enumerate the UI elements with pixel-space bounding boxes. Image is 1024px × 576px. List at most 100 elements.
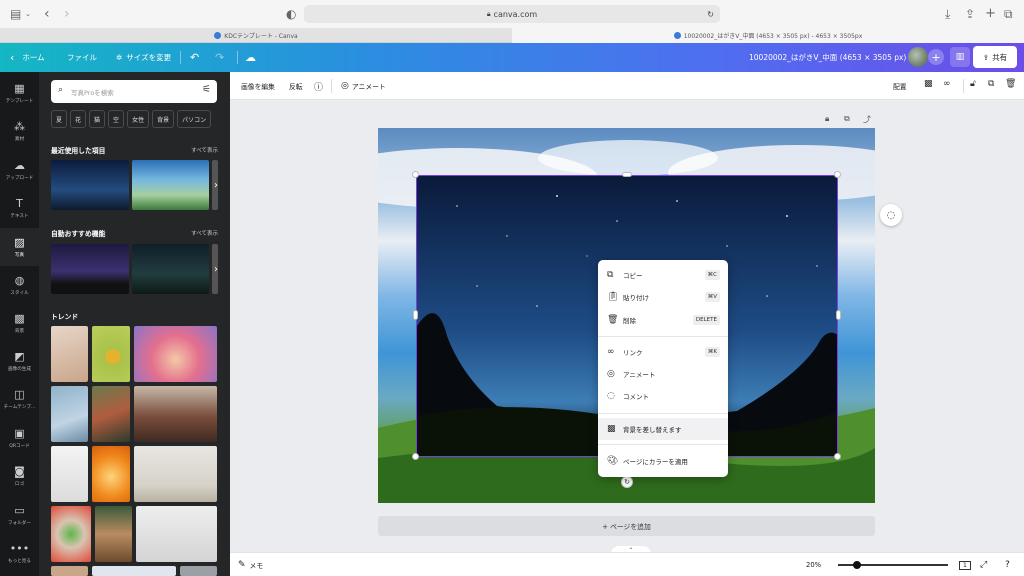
rail-item-text[interactable]: T テキスト [0, 189, 39, 227]
resize-handle[interactable] [834, 171, 841, 178]
photo-search-input[interactable]: ⌕ 写真Proを検索 ⚟ [51, 80, 217, 103]
chevron-down-icon[interactable]: ⌄ [25, 0, 31, 28]
rail-item-style[interactable]: ◍ スタイル [0, 266, 39, 304]
trend-photo[interactable] [51, 566, 88, 576]
trend-photo[interactable] [134, 386, 217, 442]
share-icon[interactable]: ⇪ [965, 0, 975, 28]
zoom-slider-handle[interactable] [853, 561, 861, 569]
trend-photo[interactable] [51, 506, 91, 562]
rail-item-elements[interactable]: ⁂ 素材 [0, 112, 39, 150]
chip[interactable]: 夏 [51, 110, 68, 128]
cloud-save-button[interactable]: ☁ [245, 43, 256, 72]
trend-photo[interactable] [51, 326, 88, 382]
redo-button[interactable]: ↷ [215, 43, 224, 72]
auto-photo-night[interactable] [51, 244, 129, 294]
trend-photo[interactable] [92, 386, 130, 442]
transparency-icon[interactable]: ▩ [924, 79, 933, 89]
trend-photo[interactable] [51, 386, 88, 442]
auto-see-all-link[interactable]: すべて表示 [191, 229, 218, 237]
trend-photo[interactable] [95, 506, 132, 562]
shield-icon[interactable]: ◐ [286, 0, 296, 28]
insights-button[interactable]: ▥ [950, 47, 970, 67]
animate-button[interactable]: ◎ アニメート [341, 72, 386, 100]
chip[interactable]: 花 [70, 110, 87, 128]
chevron-right-icon[interactable]: › [209, 244, 223, 294]
rail-item-logo[interactable]: ◙ ロゴ [0, 457, 39, 495]
link-icon[interactable]: ∞ [943, 79, 951, 89]
trend-photo[interactable] [51, 446, 88, 502]
rail-item-template[interactable]: ▦ テンプレート [0, 74, 39, 112]
trend-photo[interactable] [134, 326, 217, 382]
resize-handle[interactable] [412, 171, 419, 178]
rail-item-folder[interactable]: ▭ フォルダー [0, 496, 39, 534]
resize-handle[interactable] [836, 310, 841, 320]
chip[interactable]: 空 [108, 110, 125, 128]
info-button[interactable]: ⓘ [314, 72, 323, 100]
page-count-button[interactable]: 1 [959, 553, 971, 576]
trend-photo[interactable] [92, 326, 130, 382]
forward-icon[interactable]: › [64, 0, 70, 28]
chip[interactable]: パソコン [177, 110, 212, 128]
resize-handle[interactable] [834, 453, 841, 460]
menu-item-link[interactable]: ∞ リンク ⌘K [598, 341, 728, 363]
tab-overview-icon[interactable]: ⧉ [1004, 0, 1013, 28]
help-button[interactable]: ? [1005, 553, 1010, 576]
rail-item-qr[interactable]: ▣ QRコード [0, 419, 39, 457]
menu-item-comment[interactable]: ◌ コメント [598, 385, 728, 407]
chevron-right-icon[interactable]: › [209, 160, 223, 210]
menu-item-paste[interactable]: 📋︎ 貼り付け ⌘V [598, 286, 728, 308]
lock-icon[interactable]: 🔓︎ [970, 79, 976, 89]
rail-item-photo[interactable]: ▨ 写真 [0, 228, 39, 266]
trend-photo[interactable] [136, 506, 217, 562]
tab-kdc-template[interactable]: KDCテンプレート - Canva [0, 28, 512, 43]
download-icon[interactable]: ⤓ [945, 0, 950, 28]
home-button[interactable]: ‹ ホーム [10, 43, 45, 72]
sidebar-toggle-icon[interactable]: ▤ [10, 0, 21, 28]
chip[interactable]: 女性 [127, 110, 150, 128]
recent-photo-starry[interactable] [51, 160, 129, 210]
recent-see-all-link[interactable]: すべて表示 [191, 146, 218, 154]
rotate-handle[interactable]: ↻ [621, 476, 633, 488]
lock-icon[interactable]: 🔒︎ [825, 114, 829, 124]
trash-icon[interactable]: 🗑︎ [1005, 79, 1016, 89]
add-comment-button[interactable]: ◌ [880, 204, 902, 226]
resize-handle[interactable] [413, 310, 418, 320]
recent-photo-landscape[interactable] [132, 160, 209, 210]
menu-item-copy[interactable]: ⧉ コピー ⌘C [598, 264, 728, 286]
auto-photo-forest-night[interactable] [132, 244, 209, 294]
position-button[interactable]: 配置 [893, 72, 907, 100]
resize-handle[interactable] [622, 172, 632, 177]
document-title[interactable]: 10020002_はがきV_中面 (4653 × 3505 px) [749, 43, 906, 72]
trend-photo[interactable] [92, 566, 176, 576]
add-page-button[interactable]: + ページを追加 [378, 516, 875, 536]
fullscreen-button[interactable]: ⤢ [980, 553, 987, 576]
chip[interactable]: 背景 [152, 110, 175, 128]
reload-icon[interactable]: ↻ [707, 10, 714, 19]
tab-design[interactable]: 10020002_はがきV_中面 (4653 × 3505 px) - 4653… [512, 28, 1024, 43]
menu-item-replace-background[interactable]: ▩ 背景を差し替えます [598, 418, 728, 440]
duplicate-icon[interactable]: ⧉ [988, 79, 994, 89]
menu-item-delete[interactable]: 🗑︎ 削除 DELETE [598, 309, 728, 331]
zoom-percentage[interactable]: 20% [806, 553, 821, 576]
rail-item-image-gen[interactable]: ◩ 画像の生成 [0, 342, 39, 380]
trend-photo[interactable] [92, 446, 130, 502]
chip[interactable]: 猫 [89, 110, 106, 128]
rail-item-upload[interactable]: ☁ アップロード [0, 151, 39, 189]
resize-handle[interactable] [412, 453, 419, 460]
undo-button[interactable]: ↶ [190, 43, 199, 72]
resize-button[interactable]: ✲ サイズを変更 [116, 43, 171, 72]
rail-item-more[interactable]: ••• もっと見る [0, 534, 39, 572]
flip-button[interactable]: 反転 [289, 72, 303, 100]
address-bar[interactable]: 🔒︎ canva.com ↻ [304, 5, 720, 23]
edit-image-button[interactable]: 画像を編集 [241, 72, 275, 100]
new-tab-icon[interactable]: + [985, 0, 996, 28]
avatar[interactable] [908, 47, 928, 67]
notes-button[interactable]: ✎ メモ [238, 553, 263, 576]
trend-photo[interactable] [134, 446, 217, 502]
rail-item-team-template[interactable]: ◫ チームテンプ... [0, 380, 39, 418]
duplicate-page-icon[interactable]: ⧉ [844, 114, 850, 124]
add-collaborator-button[interactable]: + [928, 49, 944, 65]
back-icon[interactable]: ‹ [44, 0, 50, 28]
file-menu-button[interactable]: ファイル [67, 43, 97, 72]
menu-item-apply-color[interactable]: 🎨︎ ページにカラーを適用 [598, 450, 728, 472]
